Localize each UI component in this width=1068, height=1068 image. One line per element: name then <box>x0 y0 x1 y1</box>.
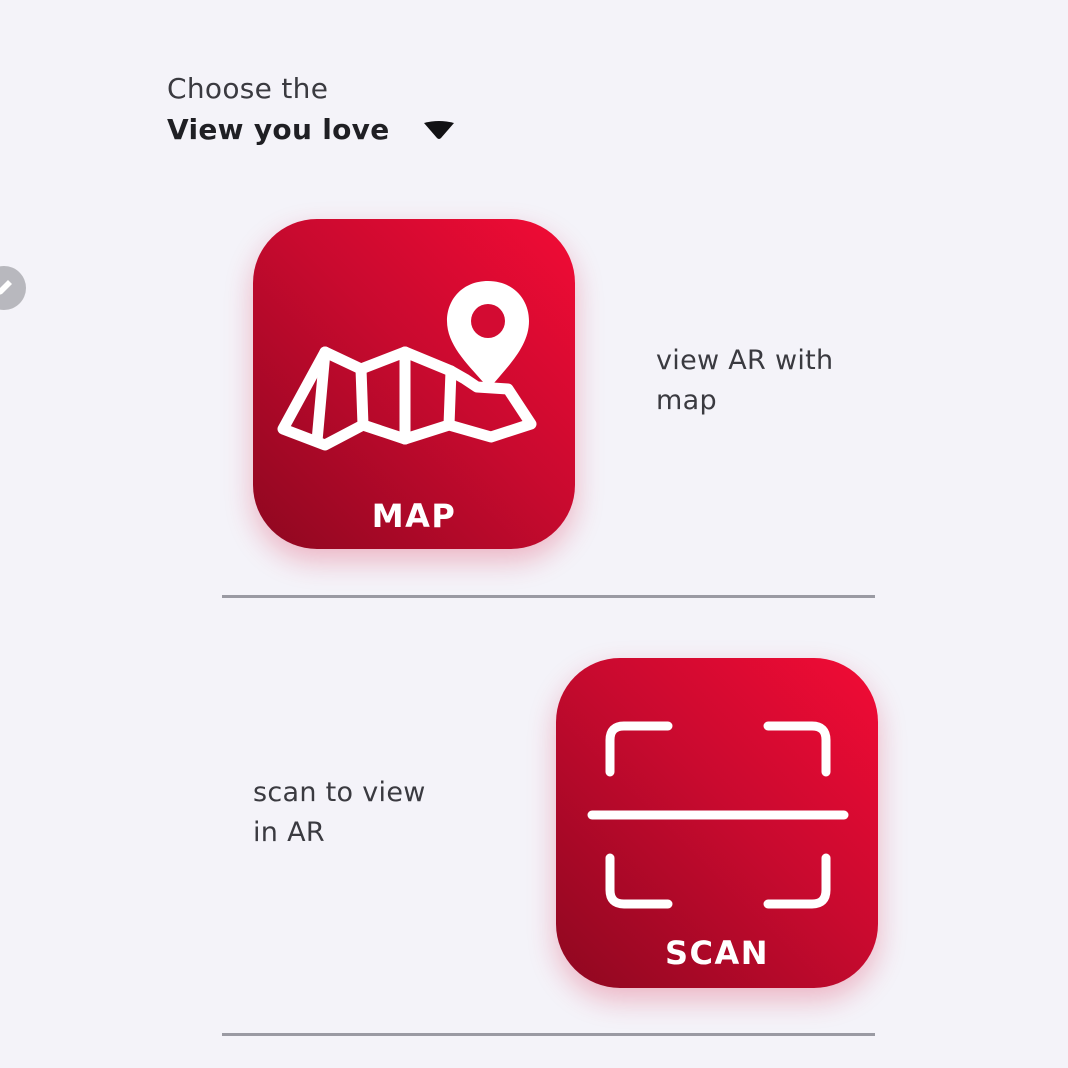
map-option-description: view AR with map <box>656 345 834 416</box>
view-selector-label: View you love <box>167 113 390 146</box>
divider <box>222 595 875 598</box>
divider <box>222 1033 875 1036</box>
scan-option-label: SCAN <box>664 934 770 972</box>
scan-option-button[interactable]: SCAN <box>556 658 878 988</box>
edit-icon[interactable] <box>0 266 26 310</box>
heading-line-1: Choose the <box>167 72 329 105</box>
view-selector[interactable]: View you love <box>167 113 456 146</box>
pencil-icon <box>0 280 12 295</box>
map-option-label: MAP <box>371 497 457 535</box>
scan-option-description: scan to view in AR <box>253 777 426 848</box>
map-option-button[interactable]: MAP <box>253 219 575 549</box>
caret-down-icon[interactable] <box>422 120 456 141</box>
